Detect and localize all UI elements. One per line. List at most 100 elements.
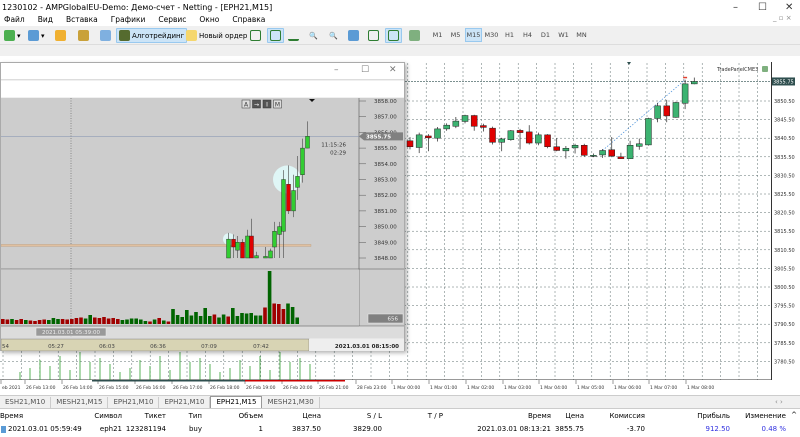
price-tick: 3800.50	[774, 285, 795, 291]
timeframe-m30[interactable]: M30	[483, 28, 500, 42]
column-header-7[interactable]: T / P	[428, 412, 443, 420]
volume-bar	[60, 319, 65, 324]
column-header-3[interactable]: Тип	[189, 412, 202, 420]
line-chart-button[interactable]	[286, 28, 301, 43]
close-button[interactable]: ✕	[785, 2, 793, 13]
volume-bar	[70, 319, 74, 324]
mini-price-tick: 3857.00	[374, 115, 397, 121]
column-header-0[interactable]: Время	[0, 412, 23, 420]
child-window-controls[interactable]: _ ▫ ×	[773, 14, 792, 22]
period-marker	[92, 380, 262, 382]
timeframe-h1[interactable]: H1	[501, 28, 518, 42]
column-header-12[interactable]: Изменение	[745, 412, 786, 420]
volume-bar	[152, 319, 157, 324]
bar-chart-button[interactable]	[248, 28, 263, 43]
period-marker	[245, 380, 345, 382]
mini-price-tick: 3851.00	[374, 209, 397, 215]
volume-bar	[14, 320, 19, 324]
minimize-button[interactable]: –	[733, 2, 738, 13]
zoom-out-button[interactable]: 🔍	[327, 28, 340, 43]
menu-item-6[interactable]: Справка	[232, 13, 265, 24]
timeframe-m5[interactable]: M5	[447, 28, 464, 42]
column-header-11[interactable]: Прибыль	[697, 412, 730, 420]
time-tick: 26 Feb 14:00	[63, 385, 93, 391]
tab-scroll-arrows[interactable]: ‹ ›	[775, 398, 783, 406]
profiles-button[interactable]: ▾	[26, 28, 47, 43]
timeframe-m1[interactable]: M1	[429, 28, 446, 42]
sort-arrow-icon[interactable]: ^	[791, 411, 797, 419]
algo-trading-button[interactable]: Алготрейдинг	[116, 28, 188, 43]
volume-bar	[65, 319, 69, 324]
order-level-line[interactable]	[1, 244, 312, 247]
cell-12: 0.48 %	[761, 425, 786, 433]
tile-windows-button[interactable]	[346, 28, 361, 43]
column-header-9[interactable]: Цена	[565, 412, 584, 420]
mini-current-price-label: 3855.75	[366, 134, 391, 140]
volume-bar	[212, 314, 217, 324]
float-close-button[interactable]: ✕	[389, 65, 397, 75]
time-tick: 1 Mar 01:00	[430, 385, 457, 391]
volume-bar	[267, 271, 272, 324]
navigator-button[interactable]	[98, 28, 113, 43]
float-minimize-button[interactable]: –	[334, 65, 339, 75]
timeframe-m15[interactable]: M15	[465, 28, 482, 42]
candle	[691, 81, 698, 85]
menu-item-4[interactable]: Сервис	[158, 13, 186, 24]
shift-marker-icon[interactable]	[627, 62, 631, 65]
market-watch-button[interactable]	[53, 28, 68, 43]
volume-bar	[221, 314, 226, 324]
autoscroll-button[interactable]	[366, 28, 381, 43]
column-header-5[interactable]: Цена	[302, 412, 321, 420]
zoom-in-button[interactable]: 🔍	[307, 28, 320, 43]
panel-icon[interactable]	[762, 66, 768, 72]
mini-price-pane[interactable]	[1, 98, 359, 269]
candle-chart-button[interactable]	[267, 28, 284, 43]
floating-chart-window[interactable]: – ☐ ✕ 3858.003857.003856.003855.003854.0…	[0, 62, 405, 351]
mini-price-tick: 3848.00	[374, 256, 397, 262]
column-header-8[interactable]: Время	[528, 412, 551, 420]
data-window-button[interactable]	[76, 28, 91, 43]
new-chart-button[interactable]: ▾	[2, 28, 23, 43]
menu-item-2[interactable]: Вставка	[66, 13, 98, 24]
chart-border	[771, 62, 772, 380]
menu-item-5[interactable]: Окно	[199, 13, 219, 24]
menu-item-1[interactable]: Вид	[38, 13, 53, 24]
timeframe-d1[interactable]: D1	[537, 28, 554, 42]
volume-bar	[194, 312, 198, 324]
column-header-2[interactable]: Тикет	[145, 412, 166, 420]
maximize-button[interactable]: ☐	[758, 2, 767, 13]
volume-bar	[93, 317, 97, 324]
timeframe-mn[interactable]: MN	[573, 28, 590, 42]
time-tick: 26 Feb 21:00	[319, 385, 349, 391]
column-header-6[interactable]: S / L	[367, 412, 382, 420]
menu-item-3[interactable]: Графики	[111, 13, 146, 24]
column-header-10[interactable]: Комиссия	[609, 412, 645, 420]
mini-candle	[305, 136, 310, 149]
new-order-button[interactable]: Новый ордер	[184, 28, 249, 43]
column-header-1[interactable]: Символ	[94, 412, 122, 420]
timeframe-h4[interactable]: H4	[519, 28, 536, 42]
cell-9: 3855.75	[555, 425, 584, 433]
column-header-4[interactable]: Объем	[239, 412, 263, 420]
mini-candle	[291, 190, 296, 212]
volume-bar	[258, 315, 263, 324]
floating-window-titlebar[interactable]: – ☐ ✕	[1, 63, 404, 80]
volume-bar	[148, 321, 152, 324]
mini-candle	[240, 242, 245, 259]
timeframe-w1[interactable]: W1	[555, 28, 572, 42]
volume-bar	[129, 318, 134, 324]
volume-bar	[106, 318, 111, 324]
volume-bar	[180, 317, 184, 324]
float-maximize-button[interactable]: ☐	[361, 65, 369, 75]
tab-4[interactable]: EPH21,M15	[210, 396, 263, 408]
price-tick: 3790.50	[774, 322, 795, 328]
volume-bar	[24, 320, 28, 324]
mini-candle	[254, 255, 259, 259]
menu-item-0[interactable]: Файл	[4, 13, 25, 24]
chart-shift-button[interactable]	[385, 28, 402, 43]
mini-price-tick: 3852.00	[374, 193, 397, 199]
volume-bar	[28, 320, 33, 324]
mini-price-tick: 3849.00	[374, 240, 397, 246]
countdown-time: 11:15:26	[321, 142, 346, 148]
templates-button[interactable]	[407, 28, 422, 43]
